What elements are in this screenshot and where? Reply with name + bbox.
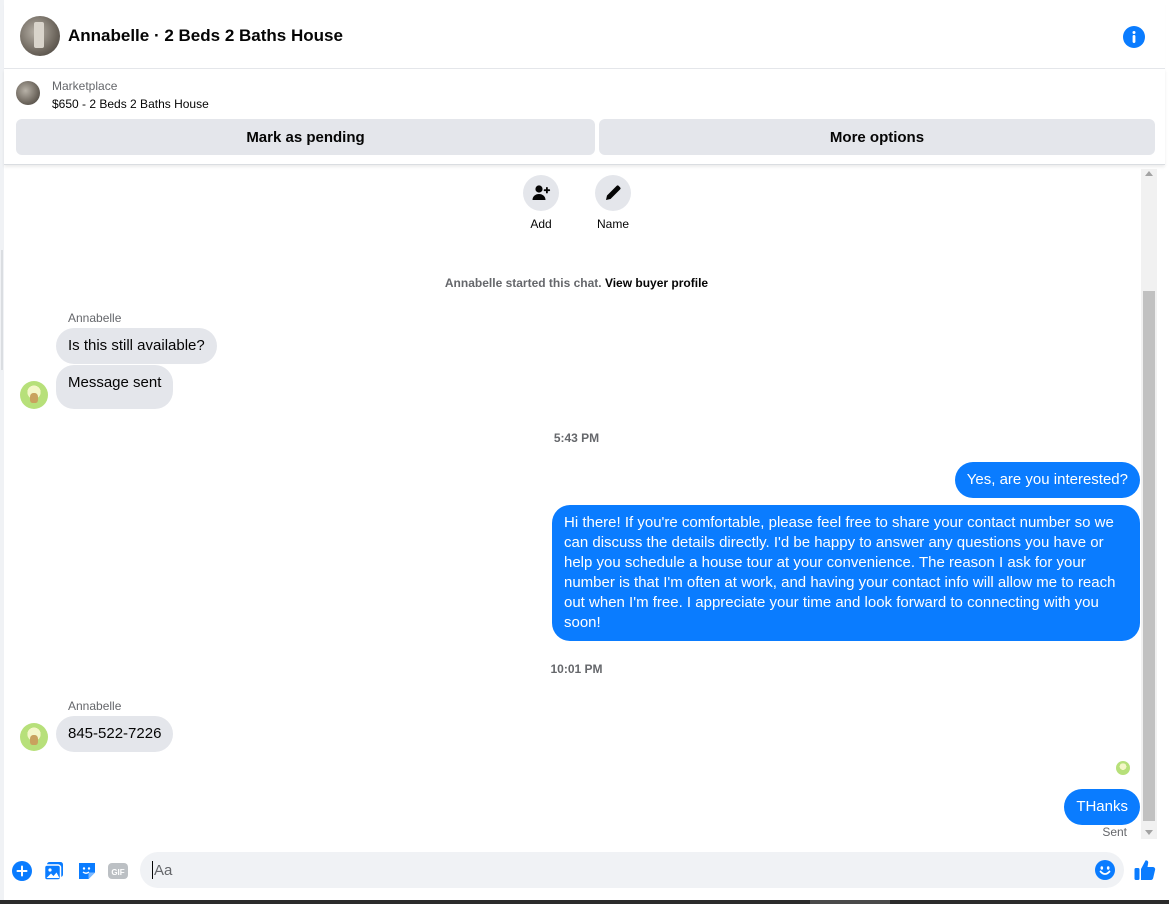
gif-icon[interactable]: GIF	[107, 860, 129, 882]
sender-name: Annabelle	[68, 311, 122, 325]
scroll-up-arrow-icon[interactable]	[1145, 171, 1153, 176]
info-icon[interactable]	[1123, 26, 1145, 48]
listing-title[interactable]: $650 - 2 Beds 2 Baths House	[52, 97, 209, 111]
plus-icon[interactable]	[11, 860, 33, 882]
listing-photo-avatar[interactable]	[20, 16, 60, 56]
name-label: Name	[596, 217, 629, 231]
add-person-icon[interactable]	[523, 175, 559, 211]
timestamp: 10:01 PM	[550, 662, 603, 676]
text-caret	[152, 861, 153, 879]
timestamp: 5:43 PM	[553, 431, 600, 445]
scrollbar-thumb[interactable]	[1143, 291, 1155, 821]
message-list[interactable]: Add Name Annabelle started this chat. Vi…	[4, 165, 1165, 843]
outgoing-message[interactable]: THanks	[1064, 789, 1140, 825]
chat-started-text: Annabelle started this chat.	[444, 276, 602, 290]
mark-as-pending-button[interactable]: Mark as pending	[16, 119, 595, 155]
photo-icon[interactable]	[43, 860, 65, 882]
sender-avatar[interactable]	[20, 723, 48, 751]
sticker-icon[interactable]	[76, 860, 98, 882]
scrollbar[interactable]	[1141, 169, 1157, 839]
read-receipt-avatar	[1116, 761, 1130, 775]
outgoing-message[interactable]: Yes, are you interested?	[954, 462, 1140, 498]
sender-avatar[interactable]	[20, 381, 48, 409]
message-input[interactable]	[154, 852, 1074, 888]
thumbs-up-icon[interactable]	[1133, 858, 1157, 882]
scroll-down-arrow-icon[interactable]	[1145, 830, 1153, 835]
conversation-title[interactable]: Annabelle · 2 Beds 2 Baths House	[68, 26, 343, 46]
name-chat-action[interactable]: Name	[583, 175, 643, 231]
view-buyer-profile-link[interactable]: View buyer profile	[605, 276, 708, 290]
listing-thumbnail[interactable]	[16, 81, 40, 105]
messenger-window: Annabelle · 2 Beds 2 Baths House Marketp…	[0, 0, 1169, 904]
chat-started-notice: Annabelle started this chat. View buyer …	[4, 276, 1149, 290]
composer-bar: GIF	[4, 843, 1165, 900]
add-label: Add	[530, 217, 552, 231]
incoming-message[interactable]: Message sent	[56, 365, 174, 409]
outgoing-message[interactable]: Hi there! If you're comfortable, please …	[552, 505, 1140, 641]
delivery-status: Sent	[1102, 825, 1127, 839]
add-people-action[interactable]: Add	[511, 175, 571, 231]
incoming-message[interactable]: Is this still available?	[56, 328, 217, 364]
sender-name: Annabelle	[68, 699, 122, 713]
emoji-icon[interactable]	[1094, 859, 1116, 881]
incoming-message[interactable]: 845-522-7226	[56, 716, 174, 752]
taskbar-edge	[0, 900, 1169, 904]
marketplace-label: Marketplace	[52, 79, 118, 93]
pencil-icon[interactable]	[595, 175, 631, 211]
marketplace-card: Marketplace $650 - 2 Beds 2 Baths House …	[4, 69, 1165, 165]
left-edge-marker	[1, 250, 3, 370]
more-options-button[interactable]: More options	[599, 119, 1155, 155]
gif-icon-label: GIF	[111, 868, 124, 877]
message-input-box[interactable]	[140, 852, 1124, 888]
taskbar-highlight	[810, 900, 890, 904]
conversation-header: Annabelle · 2 Beds 2 Baths House	[4, 4, 1165, 69]
